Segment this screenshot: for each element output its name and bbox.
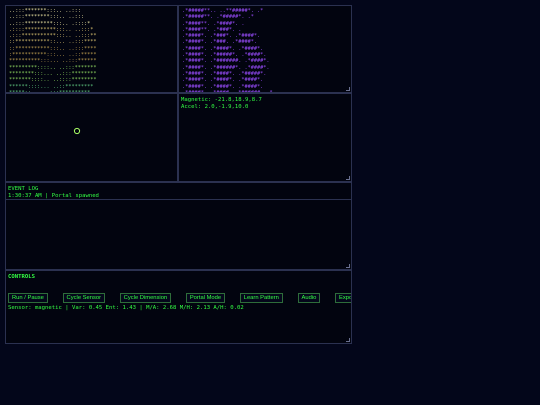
ascii-art-line: ..:::*******:::.. ..:::	[9, 8, 81, 14]
portal-marker	[73, 127, 81, 135]
ascii-art-line: .*####*. .*#####*. .*####*.	[182, 52, 267, 59]
ascii-art-line: .*####*. .*#######. .*####*.	[182, 58, 270, 65]
portal-mode-button[interactable]: Portal Mode	[185, 293, 226, 303]
ascii-art-line: .:::***********:::.. ..:::**	[9, 33, 97, 40]
cycle-sensor-button[interactable]: Cycle Sensor	[62, 293, 106, 303]
ascii-art-line: ..:::********:::.. ..:::	[9, 14, 84, 21]
ascii-art-line: .*####*. .*###. .*####*.	[182, 39, 257, 46]
ascii-art-line: .*####**. .*####*. .	[182, 20, 245, 27]
ascii-visual-panel-left: ..:::*******:::.. ..::: ..:::********:::…	[5, 5, 178, 93]
portal-canvas[interactable]	[5, 93, 178, 182]
ascii-visual-panel-right: .*#####**.. ..**#####*. .* .*#####**. .*…	[178, 5, 352, 93]
resize-handle[interactable]	[346, 338, 350, 342]
ascii-art-line: *******::::.. ..::::********	[9, 77, 97, 84]
resize-handle[interactable]	[346, 176, 350, 180]
ascii-art-line: ********:::... ..:::********	[9, 70, 97, 77]
audio-button[interactable]: Audio	[297, 293, 321, 303]
portal-canvas-svg	[73, 127, 81, 135]
controls-panel: CONTROLS Run / Pause Cycle Sensor Cycle …	[5, 270, 352, 344]
ascii-art-line: .*####*. .*###*. .*####*.	[182, 33, 261, 40]
ascii-art-line: **********:::... ..:::******	[9, 58, 97, 65]
export-csv-button[interactable]: Export CSV	[334, 293, 351, 303]
ascii-art-line: ******::::... ..::*********	[9, 83, 94, 90]
ascii-art-line: .*####*. .*####*. .*####*.	[182, 45, 264, 52]
ascii-art-line: .*####*. .*####*. .*####*.	[182, 83, 264, 90]
controls-title: CONTROLS	[8, 274, 35, 280]
ascii-art-line: .*#####**. .*#####*. .*	[182, 14, 254, 21]
status-line: Sensor: magnetic | Var: 0.45 Ent: 1.43 |…	[8, 305, 244, 311]
cycle-dimension-button[interactable]: Cycle Dimension	[119, 293, 172, 303]
ascii-art-line: ::***********:::.. ..:::****	[9, 45, 97, 52]
sensor-readout-panel: Magnetic: -21.8,18.9,8.7 Accel: 2.0,-1.9…	[178, 93, 352, 182]
event-log-title: EVENT LOG	[8, 186, 39, 192]
run-pause-button[interactable]: Run / Pause	[8, 293, 48, 303]
ascii-art-line: .*####**. .*###*. .	[182, 26, 242, 33]
resize-handle[interactable]	[346, 264, 350, 268]
ascii-art-left: ..:::*******:::.. ..::: ..:::********:::…	[6, 6, 177, 92]
ascii-art-line: :***********:::... ..::*****	[9, 52, 97, 59]
ascii-art-line: .*#####**.. ..**#####*. .*	[182, 8, 264, 14]
event-log-panel: EVENT LOG 1:30:37 AM | Portal spawned	[5, 182, 352, 270]
learn-pattern-button[interactable]: Learn Pattern	[239, 293, 283, 303]
accel-readout: Accel: 2.0,-1.9,10.0	[181, 104, 249, 110]
ascii-art-line: .::::**********:::.. ..:::*	[9, 26, 94, 33]
magnetic-readout: Magnetic: -21.8,18.9,8.7	[181, 97, 262, 103]
ascii-art-line: *********::::.. ..:::*******	[9, 64, 97, 71]
ascii-art-line: .*####*. .*######*. .*####*.	[182, 64, 270, 71]
event-log-divider	[6, 199, 351, 200]
ascii-art-line: .*####*. .*####*. .*####*.	[182, 77, 264, 84]
ascii-art-line: ..:::*********:::.. .::::*	[9, 20, 91, 27]
ascii-art-right: .*#####**.. ..**#####*. .* .*#####**. .*…	[179, 6, 351, 92]
ascii-art-line: .*####*. .*####*. .*#####*.	[182, 70, 267, 77]
resize-handle[interactable]	[346, 87, 350, 91]
controls-button-row: Run / Pause Cycle Sensor Cycle Dimension…	[8, 284, 351, 303]
ascii-art-line: ::***********::... ..:::****	[9, 39, 97, 46]
